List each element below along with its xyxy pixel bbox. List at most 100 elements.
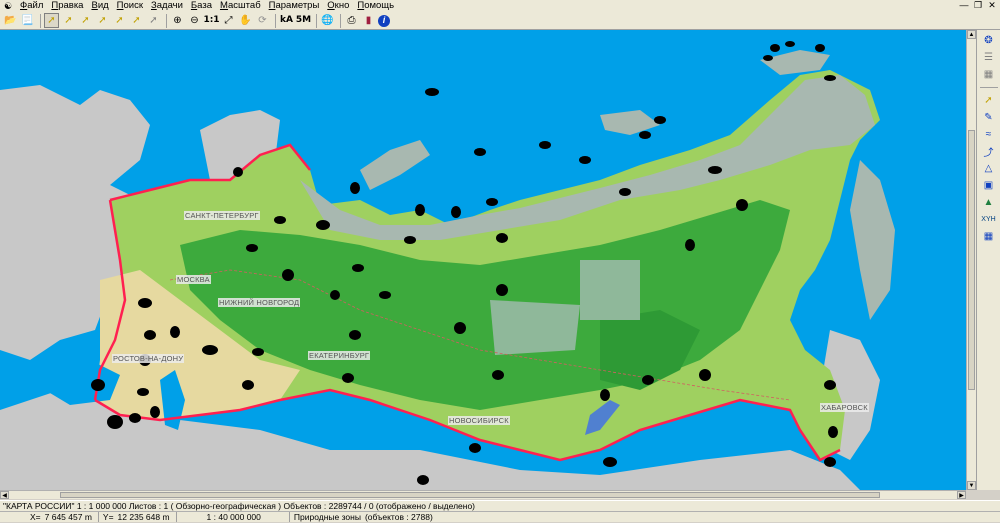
pan-hand-icon[interactable]: ✋ [238,13,253,28]
select-area-icon[interactable]: ➚ [61,13,76,28]
book-icon[interactable]: ▮ [361,13,376,28]
toolbar-separator [340,13,341,28]
menu-file[interactable]: Файл [16,0,47,12]
menu-tasks[interactable]: Задачи [147,0,187,12]
animal-marker [619,188,631,196]
scroll-right-icon[interactable]: ▶ [957,491,966,499]
y-label: Y= [102,512,114,522]
animal-marker [415,204,425,216]
animal-marker [469,443,481,453]
menu-scale[interactable]: Масштаб [216,0,265,12]
horizontal-scroll-thumb[interactable] [60,492,880,498]
refresh-icon[interactable]: ⟳ [255,13,270,28]
restore-icon[interactable]: ❐ [972,0,984,11]
draw-line-icon[interactable]: ✎ [979,111,998,124]
scale-1-1-button[interactable]: 1:1 [203,13,219,28]
terrain-3d-icon[interactable]: ▲ [979,196,998,209]
close-icon[interactable]: ✕ [986,0,998,11]
animal-marker [828,426,838,438]
animal-marker [129,413,141,423]
menu-view[interactable]: Вид [87,0,112,12]
minimize-icon[interactable]: — [958,0,970,11]
animal-marker [451,206,461,218]
animal-marker [150,406,160,418]
toolbar-separator [316,13,317,28]
swamp-patch [580,260,640,320]
city-label-ekb[interactable]: ЕКАТЕРИНБУРГ [308,351,371,360]
city-label-rostov[interactable]: РОСТОВ-НА-ДОНУ [112,354,185,363]
window-controls: — ❐ ✕ [958,0,998,11]
profile-icon[interactable]: △ [979,162,998,175]
select-frame-icon[interactable]: ➚ [78,13,93,28]
animal-marker [600,389,610,401]
horizontal-scrollbar[interactable]: ◀ ▶ [0,490,966,499]
taymyr-islands [600,110,660,135]
map-info-status: "КАРТА РОССИИ" 1 : 1 000 000 Листов : 1 … [0,500,1000,511]
print-icon[interactable]: ⎙ [344,13,359,28]
menu-search[interactable]: Поиск [113,0,147,12]
animal-marker [454,322,466,334]
animal-marker [246,244,258,252]
city-label-khabarovsk[interactable]: ХАБАРОВСК [820,403,869,412]
vertical-scrollbar[interactable]: ▲ ▼ [966,30,976,490]
city-label-novosibirsk[interactable]: НОВОСИБИРСК [448,416,510,425]
map-canvas[interactable]: САНКТ-ПЕТЕРБУРГ МОСКВА НИЖНИЙ НОВГОРОД Р… [0,30,966,490]
coordinates-xyh-icon[interactable]: XYH [979,213,998,226]
open-map-icon[interactable]: 📂 [3,13,18,28]
menu-edit[interactable]: Правка [47,0,87,12]
animal-marker [492,370,504,380]
y-coordinate: Y= 12 235 648 m [99,512,177,522]
text-tool-button[interactable]: kA [279,13,294,28]
menu-help[interactable]: Помощь [353,0,398,12]
animal-marker [379,291,391,299]
city-label-moscow[interactable]: МОСКВА [176,275,211,284]
menu-database[interactable]: База [187,0,216,12]
globe-icon[interactable]: 🌐 [320,13,335,28]
deselect-icon[interactable]: ➚ [146,13,161,28]
menu-bar: ☯ Файл Правка Вид Поиск Задачи База Масш… [0,0,1000,12]
info-icon[interactable]: i [378,14,390,27]
select-object-icon[interactable]: ➚ [44,13,59,28]
label-tool-button[interactable]: 5M [296,13,311,28]
select-info-icon[interactable]: ➚ [129,13,144,28]
scroll-down-icon[interactable]: ▼ [967,481,976,490]
grid-icon[interactable]: ▦ [979,68,998,81]
layer-name: Природные зоны [293,512,361,522]
menu-parameters[interactable]: Параметры [265,0,324,12]
animal-marker [496,233,508,243]
animal-marker [486,198,498,206]
animal-marker [170,326,180,338]
area-icon[interactable]: ▣ [979,179,998,192]
toolbar-separator [40,13,41,28]
layers-icon[interactable]: ☰ [979,51,998,64]
measure-icon[interactable]: ≈ [979,128,998,141]
scroll-left-icon[interactable]: ◀ [0,491,9,499]
menu-window[interactable]: Окно [323,0,353,12]
city-label-nnovgorod[interactable]: НИЖНИЙ НОВГОРОД [218,298,301,307]
animal-marker [242,380,254,390]
tools-sidebar: ❂ ☰ ▦ ➚ ✎ ≈ ⤴ △ ▣ ▲ XYH ▦ [976,30,1000,490]
vertical-scroll-thumb[interactable] [968,130,975,390]
animal-marker [824,380,836,390]
animal-marker [770,44,780,52]
animal-marker [425,88,439,96]
zoom-tool-icon[interactable]: ⤢ [221,13,236,28]
app-icon[interactable]: ☯ [2,1,14,12]
animal-marker [763,55,773,61]
animal-marker [685,239,695,251]
table-icon[interactable]: ▦ [979,230,998,243]
select-layer-icon[interactable]: ➚ [95,13,110,28]
scroll-up-icon[interactable]: ▲ [967,30,976,39]
open-data-icon[interactable]: 📃 [20,13,35,28]
animal-marker [144,330,156,340]
animal-marker [654,116,666,124]
select-all-icon[interactable]: ➚ [112,13,127,28]
compass-icon[interactable]: ❂ [979,34,998,47]
zoom-in-icon[interactable]: ⊕ [170,13,185,28]
kamchatka-land [850,160,895,320]
animal-marker [316,220,330,230]
edit-pointer-icon[interactable]: ➚ [979,94,998,107]
zoom-out-icon[interactable]: ⊖ [187,13,202,28]
city-label-spb[interactable]: САНКТ-ПЕТЕРБУРГ [184,211,260,220]
route-icon[interactable]: ⤴ [979,145,998,159]
